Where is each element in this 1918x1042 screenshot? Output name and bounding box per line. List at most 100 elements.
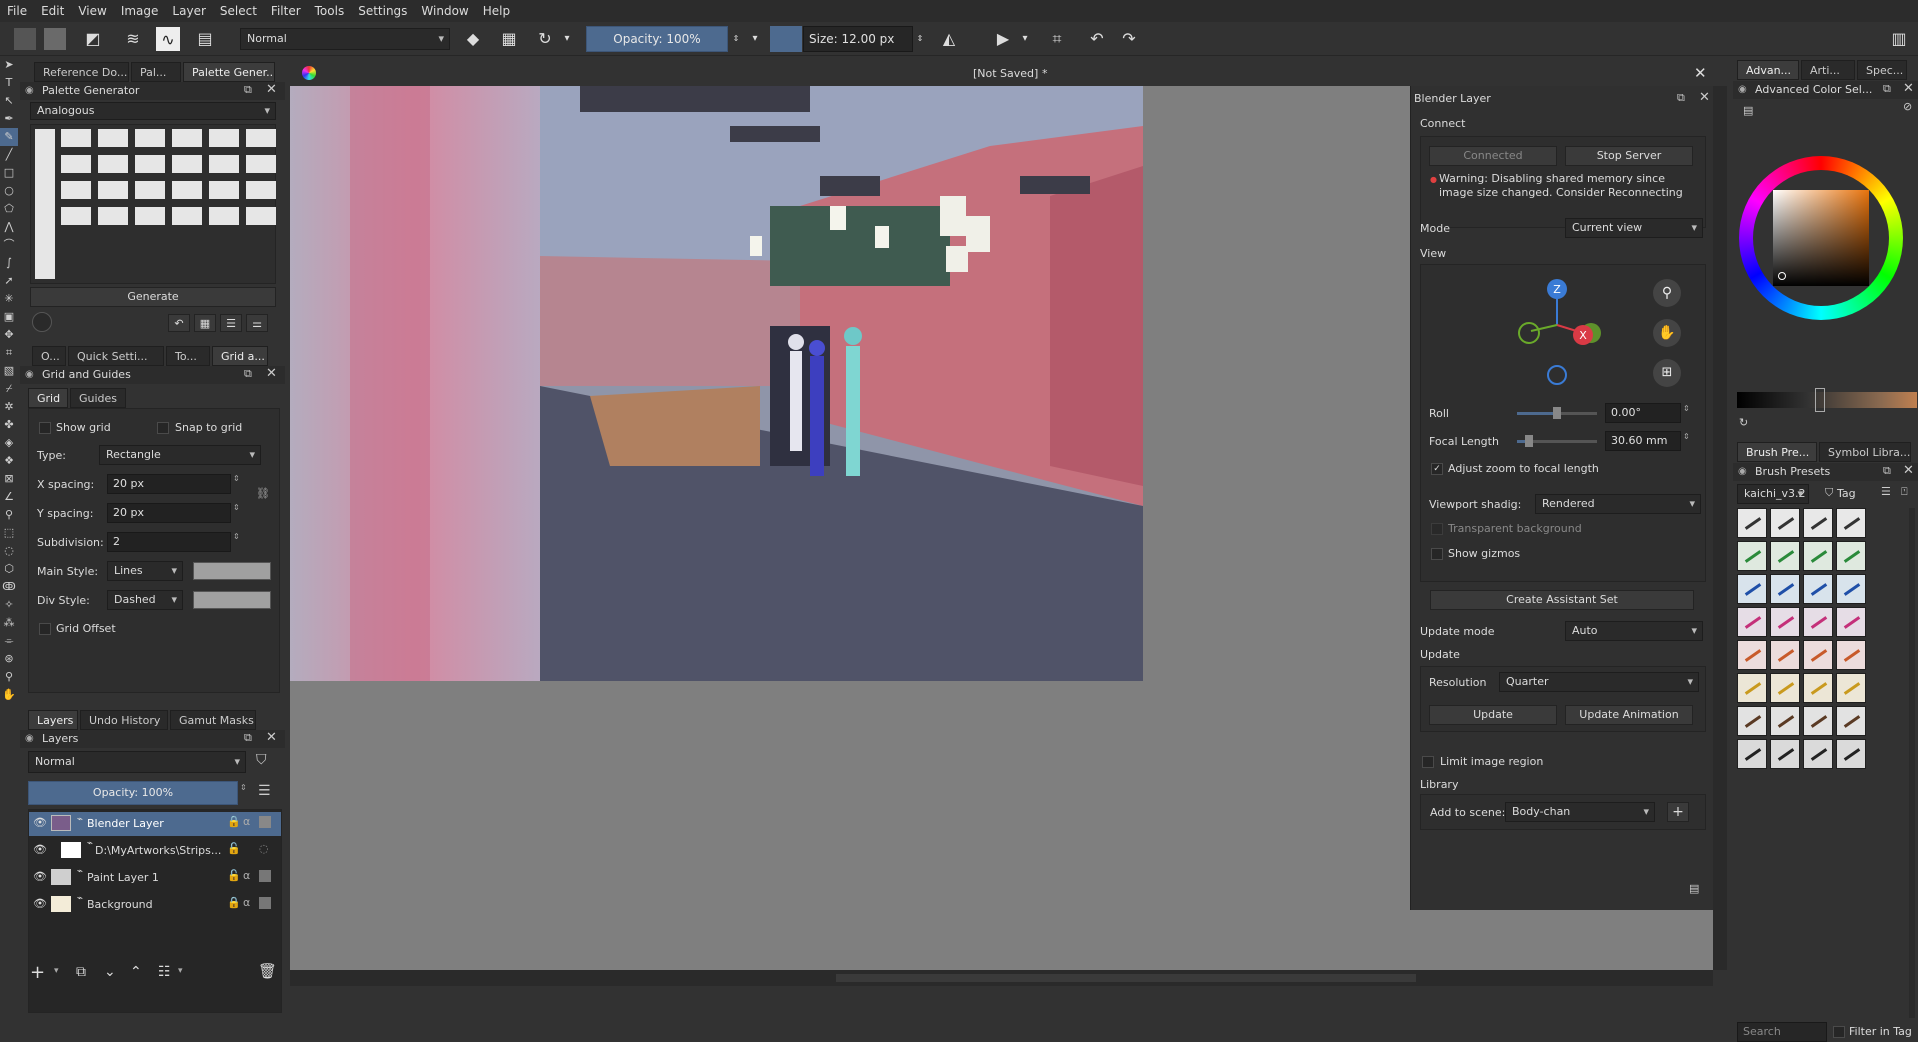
pattern-swatch-icon[interactable] — [44, 28, 66, 50]
colorize-mask-icon[interactable]: ✲ — [0, 398, 18, 416]
palette-swatch[interactable] — [135, 181, 165, 199]
snap-grid-checkbox[interactable] — [157, 422, 169, 434]
canvas-image[interactable] — [290, 86, 1143, 681]
brush-preset-tile[interactable] — [1770, 706, 1800, 736]
close-icon[interactable]: ✕ — [266, 366, 277, 381]
x-spacing-spin-icon[interactable]: ⇕ — [233, 474, 240, 483]
close-icon[interactable]: ✕ — [1903, 81, 1914, 96]
line-tool-icon[interactable]: ╱ — [0, 146, 18, 164]
palette-swatch[interactable] — [246, 181, 276, 199]
layer-properties-icon[interactable]: ☷ — [158, 964, 171, 980]
text-tool-icon[interactable]: T — [0, 74, 18, 92]
y-spacing-input[interactable]: 20 px — [107, 503, 231, 523]
filter-in-tag-checkbox[interactable] — [1833, 1026, 1845, 1038]
subdivision-input[interactable]: 2 — [107, 532, 231, 552]
edit-shapes-icon[interactable]: ↖ — [0, 92, 18, 110]
brush-preset-tile[interactable] — [1803, 673, 1833, 703]
brush-preset-tile[interactable] — [1803, 706, 1833, 736]
tab-palette-generator[interactable]: Palette Gener... — [183, 62, 275, 82]
palette-swatch[interactable] — [135, 155, 165, 173]
focal-spin-icon[interactable]: ⇕ — [1683, 432, 1690, 441]
update-mode-select[interactable]: Auto — [1565, 621, 1703, 641]
tab-specific-color[interactable]: Spec... — [1857, 60, 1907, 80]
brush-info-icon[interactable]: ⍞ — [1901, 485, 1908, 499]
palette-swatch[interactable] — [246, 129, 276, 147]
polyline-tool-icon[interactable]: ⋀ — [0, 218, 18, 236]
pan-tool-icon[interactable]: ✋ — [0, 686, 18, 704]
alpha-icon[interactable]: α — [243, 896, 250, 909]
update-animation-button[interactable]: Update Animation — [1565, 705, 1693, 725]
visibility-eye-icon[interactable]: 👁 — [33, 843, 47, 856]
roll-slider-handle[interactable] — [1553, 407, 1561, 419]
palette-swatch[interactable] — [135, 207, 165, 225]
zoom-tool-icon[interactable]: ⚲ — [0, 668, 18, 686]
palette-swatch[interactable] — [61, 181, 91, 199]
brush-search-input[interactable]: Search — [1737, 1022, 1827, 1042]
add-scene-select[interactable]: Body-chan — [1505, 802, 1655, 822]
visibility-eye-icon[interactable]: 👁 — [33, 897, 47, 910]
palette-swatch[interactable] — [209, 181, 239, 199]
show-gizmos-checkbox[interactable] — [1431, 548, 1443, 560]
menu-tools[interactable]: Tools — [308, 4, 352, 18]
inherit-alpha-icon[interactable] — [259, 897, 271, 909]
x-spacing-input[interactable]: 20 px — [107, 474, 231, 494]
brush-preset-tile[interactable] — [1803, 541, 1833, 571]
brush-preset-tile[interactable] — [1770, 541, 1800, 571]
main-style-select[interactable]: Lines — [107, 561, 183, 581]
create-assistant-button[interactable]: Create Assistant Set — [1430, 590, 1694, 610]
palette-swatch[interactable] — [61, 155, 91, 173]
div-color-swatch[interactable] — [193, 591, 271, 609]
brush-preset-tile[interactable] — [1836, 574, 1866, 604]
palette-swatch[interactable] — [209, 207, 239, 225]
brush-preset-tile[interactable] — [1770, 574, 1800, 604]
brush-scrollbar[interactable] — [1909, 508, 1915, 1018]
palette-swatch[interactable] — [98, 155, 128, 173]
move-layer-down-icon[interactable]: ⌄ — [104, 964, 116, 980]
close-document-icon[interactable]: ✕ — [1694, 64, 1707, 82]
tab-brush-presets[interactable]: Brush Pre... — [1737, 442, 1817, 462]
focal-slider-handle[interactable] — [1525, 435, 1533, 447]
mode-select[interactable]: Current view — [1565, 218, 1703, 238]
generate-button[interactable]: Generate — [30, 287, 276, 307]
undo-icon[interactable]: ↶ — [1084, 26, 1110, 52]
float-docker-icon[interactable]: ⧉ — [244, 83, 252, 97]
color-history-strip[interactable] — [1737, 392, 1917, 408]
brush-preset-tile[interactable] — [1737, 541, 1767, 571]
crop-tool-icon[interactable]: ⌗ — [0, 344, 18, 362]
brush-preset-tile[interactable] — [1770, 640, 1800, 670]
chevron-down-icon[interactable]: ▾ — [1018, 26, 1032, 52]
tab-palette[interactable]: Pal... — [131, 62, 181, 82]
tab-reference[interactable]: Reference Do... — [34, 62, 129, 82]
div-style-select[interactable]: Dashed — [107, 590, 183, 610]
brush-preset-tile[interactable] — [1737, 607, 1767, 637]
palette-settings-icon[interactable]: ⚌ — [246, 314, 268, 332]
bezier-tool-icon[interactable]: ⌒ — [0, 236, 18, 254]
float-docker-icon[interactable]: ⧉ — [244, 367, 252, 381]
roll-spin-icon[interactable]: ⇕ — [1683, 404, 1690, 413]
connected-button[interactable]: Connected — [1429, 146, 1557, 166]
tag-icon[interactable]: ⛉ — [1825, 486, 1833, 500]
stop-server-button[interactable]: Stop Server — [1565, 146, 1693, 166]
float-docker-icon[interactable]: ⧉ — [1677, 91, 1685, 105]
palette-swatch[interactable] — [172, 155, 202, 173]
size-slider-fill[interactable] — [770, 26, 802, 52]
grid-type-select[interactable]: Rectangle — [99, 445, 261, 465]
tab-artistic-color[interactable]: Arti... — [1801, 60, 1855, 80]
brush-preset-tile[interactable] — [1836, 640, 1866, 670]
palette-swatch[interactable] — [246, 207, 276, 225]
brush-preset-tile[interactable] — [1770, 739, 1800, 769]
palette-base-swatch[interactable] — [35, 129, 55, 279]
smart-patch-icon[interactable]: ✤ — [0, 416, 18, 434]
unlock-icon[interactable]: 🔓 — [227, 842, 241, 855]
list-view-icon[interactable]: ☰ — [220, 314, 242, 332]
layer-name[interactable]: Blender Layer — [87, 817, 164, 830]
tag-label[interactable]: Tag — [1837, 487, 1856, 500]
inherit-alpha-icon[interactable] — [259, 870, 271, 882]
brush-preset-tile[interactable] — [1836, 706, 1866, 736]
select-shapes-icon[interactable]: ➤ — [0, 56, 18, 74]
panel-options-icon[interactable]: ▤ — [1689, 882, 1699, 895]
palette-swatch[interactable] — [209, 155, 239, 173]
dynamic-brush-icon[interactable]: ➚ — [0, 272, 18, 290]
menu-settings[interactable]: Settings — [351, 4, 414, 18]
brush-preset-tile[interactable] — [1803, 607, 1833, 637]
